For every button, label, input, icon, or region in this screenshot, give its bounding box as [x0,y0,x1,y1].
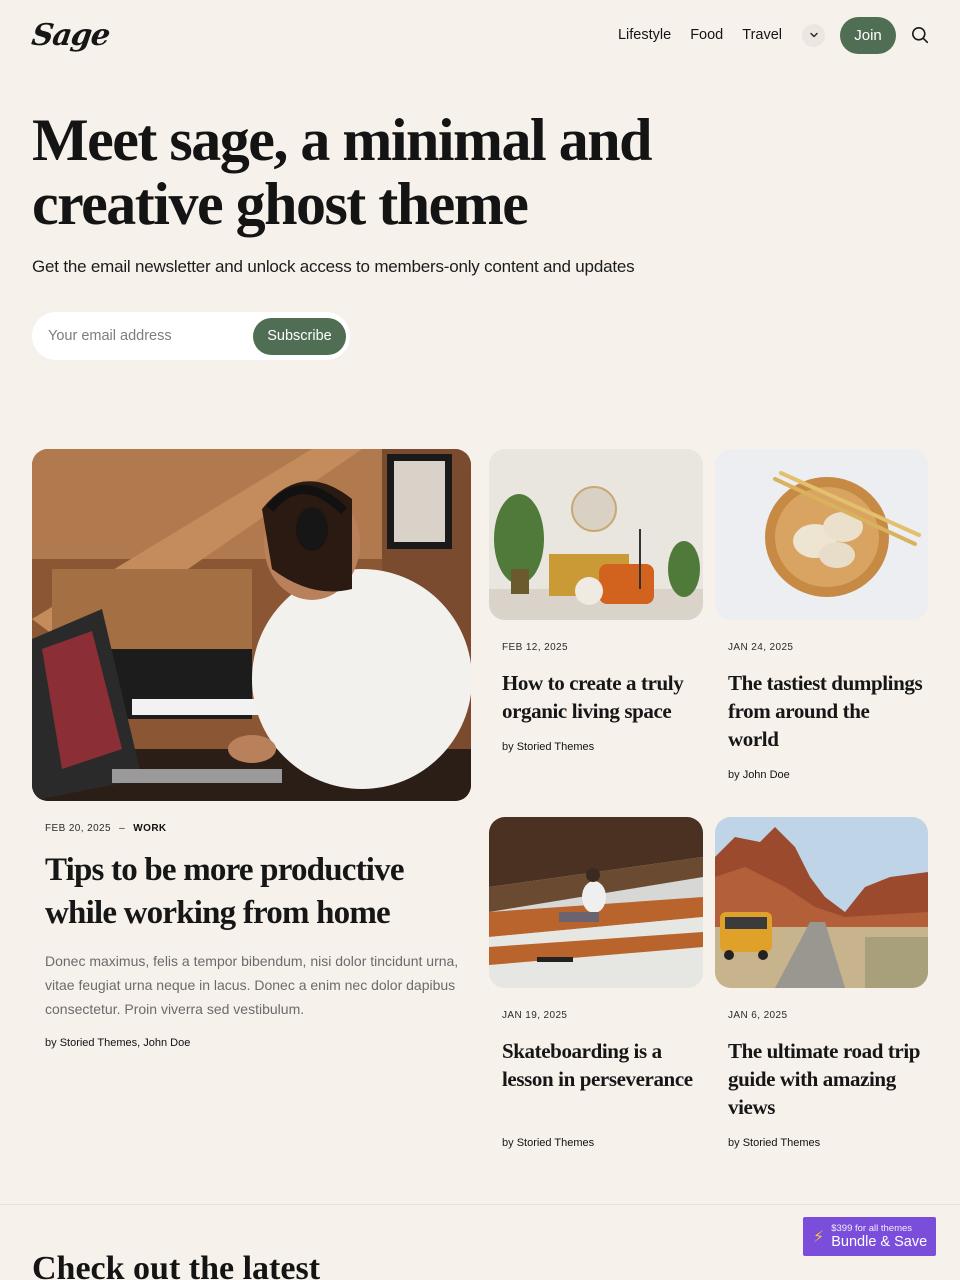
post-author[interactable]: Storied Themes [517,1137,594,1149]
search-icon [912,27,929,44]
hero-title: Meet sage, a minimal and creative ghost … [32,107,652,237]
post-date: FEB 12, 2025 [502,642,568,653]
featured-post-image[interactable] [32,449,471,801]
bolt-icon: ⚡ [813,1228,825,1246]
post-date: JAN 6, 2025 [728,1010,788,1021]
nav-more-button[interactable] [802,23,825,47]
post-byline: by John Doe [728,769,790,781]
meta-separator: – [119,823,126,834]
post-author[interactable]: Storied Themes [743,1137,820,1149]
nav-item-travel[interactable]: Travel [742,27,782,43]
post-image-road-trip[interactable] [715,817,928,988]
nav-item-food[interactable]: Food [690,27,723,43]
post-author[interactable]: Storied Themes [517,741,594,753]
byline-prefix: by [502,741,514,753]
chevron-down-icon [809,32,818,38]
byline-prefix: by [502,1137,514,1149]
hero-subtitle: Get the email newsletter and unlock acce… [32,257,635,276]
byline-prefix: by [45,1037,57,1049]
subscribe-form: Subscribe [32,312,350,360]
post-image-skateboarding[interactable] [489,817,703,988]
email-input[interactable] [48,328,238,344]
featured-post-tag[interactable]: WORK [133,823,166,834]
post-title[interactable]: The tastiest dumplings from around the w… [728,669,923,753]
post-byline: by Storied Themes [502,1137,594,1149]
featured-post-date: FEB 20, 2025 [45,823,111,834]
section-divider [0,1204,960,1205]
search-button[interactable] [910,25,930,45]
post-image-dumplings[interactable] [715,449,928,620]
post-date: JAN 24, 2025 [728,642,794,653]
post-title[interactable]: Skateboarding is a lesson in perseveranc… [502,1037,697,1093]
post-title[interactable]: The ultimate road trip guide with amazin… [728,1037,923,1121]
latest-section-title: Check out the latest [32,1250,321,1280]
featured-post-authors[interactable]: Storied Themes, John Doe [60,1037,191,1049]
post-title[interactable]: How to create a truly organic living spa… [502,669,697,725]
promo-price: $399 for all themes [831,1223,913,1234]
post-author[interactable]: John Doe [743,769,790,781]
featured-post-byline: by Storied Themes, John Doe [45,1037,190,1049]
join-button[interactable]: Join [840,16,896,54]
post-date: JAN 19, 2025 [502,1010,568,1021]
post-byline: by Storied Themes [728,1137,820,1149]
post-byline: by Storied Themes [502,741,594,753]
post-image-living-space[interactable] [489,449,703,620]
site-header: Sage Lifestyle Food Travel Join [30,16,930,54]
subscribe-button[interactable]: Subscribe [253,317,346,355]
byline-prefix: by [728,1137,740,1149]
promo-label: Bundle & Save [831,1234,928,1250]
site-logo[interactable]: Sage [30,18,112,53]
bundle-promo-button[interactable]: ⚡ $399 for all themes Bundle & Save [803,1217,936,1256]
featured-post-meta: FEB 20, 2025 – WORK [45,823,167,834]
main-nav: Lifestyle Food Travel Join [618,16,930,54]
featured-post-title[interactable]: Tips to be more productive while working… [45,849,465,935]
nav-item-lifestyle[interactable]: Lifestyle [618,27,671,43]
promo-text: $399 for all themes Bundle & Save [831,1223,927,1250]
byline-prefix: by [728,769,740,781]
featured-post-excerpt: Donec maximus, felis a tempor bibendum, … [45,953,459,1017]
